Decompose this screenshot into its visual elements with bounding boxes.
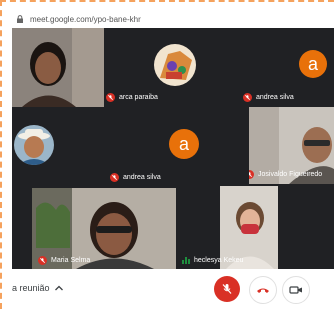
participant-name: heclesya Kekeu bbox=[194, 256, 244, 264]
camera-toggle-button[interactable] bbox=[282, 276, 310, 304]
mic-toggle-button[interactable] bbox=[214, 276, 240, 302]
participant-tile[interactable]: Josivaldo Figueiredo bbox=[249, 107, 334, 184]
lock-icon bbox=[17, 15, 23, 23]
meeting-details-label: a reunião bbox=[12, 283, 50, 293]
leave-call-button[interactable] bbox=[249, 276, 277, 304]
participant-name-row: arca paraiba bbox=[106, 93, 158, 102]
participant-name-row: andrea silva bbox=[243, 93, 294, 102]
url-text: meet.google.com/ypo-bane-khr bbox=[30, 14, 141, 24]
mic-off-icon bbox=[222, 284, 232, 294]
address-bar[interactable]: meet.google.com/ypo-bane-khr bbox=[12, 10, 334, 28]
participant-name: Josivaldo Figueiredo bbox=[258, 171, 323, 178]
mic-off-icon bbox=[38, 256, 47, 265]
participant-tile[interactable] bbox=[12, 28, 104, 107]
chevron-up-icon bbox=[54, 285, 63, 291]
participant-name-row: Josivaldo Figueiredo bbox=[249, 170, 322, 179]
participant-name: andrea silva bbox=[256, 94, 294, 101]
bottom-control-bar: a reunião bbox=[12, 269, 334, 309]
participant-name: Maria Selma bbox=[51, 257, 91, 264]
participant-tile[interactable] bbox=[12, 109, 104, 186]
participant-name-row: andrea silva bbox=[110, 173, 161, 182]
participant-name: arca paraiba bbox=[119, 94, 158, 101]
participant-avatar bbox=[154, 44, 196, 86]
participant-avatar bbox=[14, 125, 54, 165]
mic-off-icon bbox=[249, 170, 254, 179]
participant-avatar: a bbox=[169, 129, 199, 159]
participant-tile[interactable]: arca paraiba bbox=[106, 28, 241, 107]
participant-name: andrea silva bbox=[123, 174, 161, 181]
meeting-details-toggle[interactable]: a reunião bbox=[12, 283, 64, 293]
meet-grid: arca paraiba a andrea silva a andrea sil… bbox=[12, 28, 334, 269]
mic-off-icon bbox=[243, 93, 252, 102]
participant-tile[interactable]: a andrea silva bbox=[106, 109, 241, 186]
participant-tile[interactable]: Maria Selma bbox=[32, 188, 176, 269]
mic-off-icon bbox=[106, 93, 115, 102]
hang-up-icon bbox=[257, 288, 269, 293]
audio-level-icon bbox=[182, 256, 190, 264]
mic-off-icon bbox=[110, 173, 119, 182]
participant-tile[interactable]: a andrea silva bbox=[243, 28, 334, 107]
participant-name-row: heclesya Kekeu bbox=[182, 256, 243, 264]
camera-icon bbox=[289, 286, 302, 294]
participant-avatar: a bbox=[299, 50, 327, 78]
participant-video bbox=[12, 28, 104, 107]
participant-name-row: Maria Selma bbox=[38, 256, 90, 265]
